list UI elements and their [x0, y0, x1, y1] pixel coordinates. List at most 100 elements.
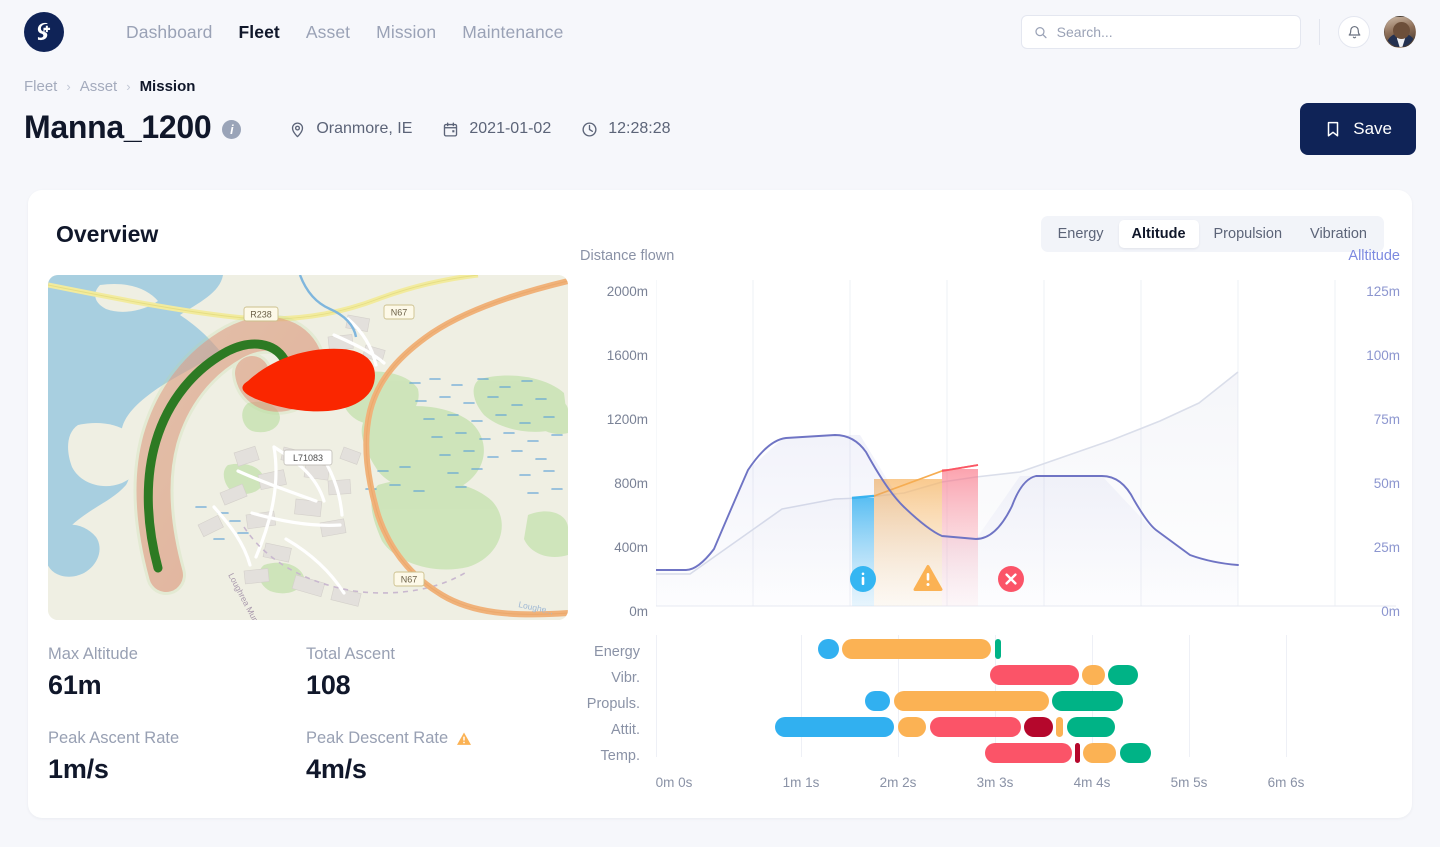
timeline-segment-critical[interactable]	[1075, 743, 1081, 763]
nav-link-dashboard[interactable]: Dashboard	[126, 22, 213, 43]
nav-link-fleet[interactable]: Fleet	[239, 22, 280, 43]
stat-label: Peak Ascent Rate	[48, 729, 306, 748]
mission-meta: Oranmore, IE 2021-01-02 12:28:28	[289, 120, 670, 138]
timeline-segment-warning[interactable]	[1056, 717, 1063, 737]
avatar-face	[1393, 22, 1410, 39]
timeline-segment-warning[interactable]	[1082, 665, 1104, 685]
company-logo[interactable]	[24, 12, 64, 52]
save-button-label: Save	[1353, 119, 1392, 139]
timeline-segment-error[interactable]	[990, 665, 1079, 685]
nav-link-mission[interactable]: Mission	[376, 22, 436, 43]
tab-vibration[interactable]: Vibration	[1297, 220, 1380, 248]
timeline-segment-warning[interactable]	[842, 639, 991, 659]
road-label-L71083: L71083	[284, 450, 332, 465]
chart-plot-area	[656, 280, 1396, 628]
timeline-segment-critical[interactable]	[1024, 717, 1053, 737]
notifications-button[interactable]	[1338, 16, 1370, 48]
meta-time-text: 12:28:28	[608, 120, 670, 138]
tab-altitude[interactable]: Altitude	[1119, 220, 1199, 248]
mission-stats: Max Altitude 61m Total Ascent 108 Peak A…	[48, 645, 568, 785]
search-input[interactable]	[1057, 24, 1288, 40]
timeline-gridline	[656, 635, 657, 757]
meta-date-text: 2021-01-02	[469, 120, 551, 138]
page-header: Manna_1200 i Oranmore, IE 2021-01-02	[0, 95, 1440, 146]
stat-total-ascent: Total Ascent 108	[306, 645, 564, 701]
timeline-gridline	[1189, 635, 1190, 757]
tab-propulsion[interactable]: Propulsion	[1201, 220, 1296, 248]
timeline-segment-info[interactable]	[865, 691, 890, 711]
timeline-x-tick-4: 4m 4s	[1074, 775, 1111, 790]
timeline-x-tick-1: 1m 1s	[783, 775, 820, 790]
clock-icon	[581, 121, 598, 138]
timeline-x-tick-3: 3m 3s	[977, 775, 1014, 790]
y-tick-left-4: 400m	[580, 540, 648, 555]
nav-link-asset[interactable]: Asset	[306, 22, 350, 43]
meta-location: Oranmore, IE	[289, 120, 412, 138]
timeline-segment-warning[interactable]	[1083, 743, 1116, 763]
timeline-segment-error[interactable]	[985, 743, 1071, 763]
chart-left-axis-caption: Distance flown	[580, 248, 674, 264]
timeline-x-tick-2: 2m 2s	[880, 775, 917, 790]
stat-value: 61m	[48, 670, 306, 701]
timeline-segment-ok[interactable]	[1052, 691, 1123, 711]
mission-map-thumbnail[interactable]: R238 N67 L71083 N67 Loughrea Municipal D…	[48, 275, 568, 620]
road-label-N67-bottom: N67	[394, 572, 424, 586]
y-tick-left-0: 2000m	[580, 284, 648, 299]
timeline-row-label-vibration: Vibr.	[580, 670, 640, 686]
y-tick-left-5: 0m	[580, 604, 648, 619]
tab-energy[interactable]: Energy	[1045, 220, 1117, 248]
stat-value: 108	[306, 670, 564, 701]
stat-label-text: Total Ascent	[306, 645, 395, 664]
timeline-segment-ok[interactable]	[1067, 717, 1116, 737]
event-marker-error	[998, 566, 1024, 592]
breadcrumb-item-asset[interactable]: Asset	[80, 78, 118, 95]
timeline-segment-warning[interactable]	[898, 717, 926, 737]
timeline-segment-ok[interactable]	[1120, 743, 1151, 763]
nav-divider	[1319, 19, 1320, 45]
events-timeline: Energy Vibr. Propuls. Attit. Temp. 0m 0s…	[580, 635, 1400, 795]
bell-icon	[1347, 25, 1362, 40]
meta-date: 2021-01-02	[442, 120, 551, 138]
timeline-segment-ok[interactable]	[1108, 665, 1138, 685]
meta-time: 12:28:28	[581, 120, 670, 138]
svg-text:L71083: L71083	[293, 453, 323, 463]
breadcrumb-separator: ›	[126, 79, 130, 94]
breadcrumb-item-fleet[interactable]: Fleet	[24, 78, 57, 95]
timeline-row-label-temperature: Temp.	[580, 748, 640, 764]
stat-label: Max Altitude	[48, 645, 306, 664]
warning-triangle-icon	[456, 731, 472, 746]
user-avatar[interactable]	[1384, 16, 1416, 48]
event-marker-info	[850, 566, 876, 592]
search-box[interactable]	[1021, 15, 1301, 49]
altitude-chart: Distance flown Alltitude 2000m 1600m 120…	[580, 248, 1400, 608]
timeline-segment-info[interactable]	[818, 639, 839, 659]
timeline-segment-ok[interactable]	[995, 639, 1001, 659]
nav-right-group	[1021, 15, 1416, 49]
info-icon[interactable]: i	[222, 120, 241, 139]
stat-label-text: Max Altitude	[48, 645, 138, 664]
stat-label-text: Peak Descent Rate	[306, 729, 448, 748]
timeline-segment-error[interactable]	[930, 717, 1021, 737]
timeline-x-tick-5: 5m 5s	[1171, 775, 1208, 790]
chart-right-axis-caption: Alltitude	[1348, 248, 1400, 264]
timeline-segment-warning[interactable]	[894, 691, 1049, 711]
save-button[interactable]: Save	[1300, 103, 1416, 155]
meta-location-text: Oranmore, IE	[316, 120, 412, 138]
calendar-icon	[442, 121, 459, 138]
stat-value: 1m/s	[48, 754, 306, 785]
svg-text:R238: R238	[250, 310, 272, 320]
y-tick-left-2: 1200m	[580, 412, 648, 427]
location-pin-icon	[289, 121, 306, 138]
y-tick-left-3: 800m	[580, 476, 648, 491]
map-canvas: R238 N67 L71083 N67 Loughrea Municipal D…	[48, 275, 568, 620]
timeline-gridline	[1286, 635, 1287, 757]
timeline-x-tick-6: 6m 6s	[1268, 775, 1305, 790]
timeline-segment-info[interactable]	[775, 717, 894, 737]
timeline-row-label-energy: Energy	[580, 644, 640, 660]
svg-text:N67: N67	[401, 575, 418, 585]
stat-peak-ascent-rate: Peak Ascent Rate 1m/s	[48, 729, 306, 785]
breadcrumb-item-mission: Mission	[140, 78, 196, 95]
card-title: Overview	[56, 221, 158, 248]
nav-link-maintenance[interactable]: Maintenance	[462, 22, 563, 43]
search-icon	[1034, 25, 1048, 40]
